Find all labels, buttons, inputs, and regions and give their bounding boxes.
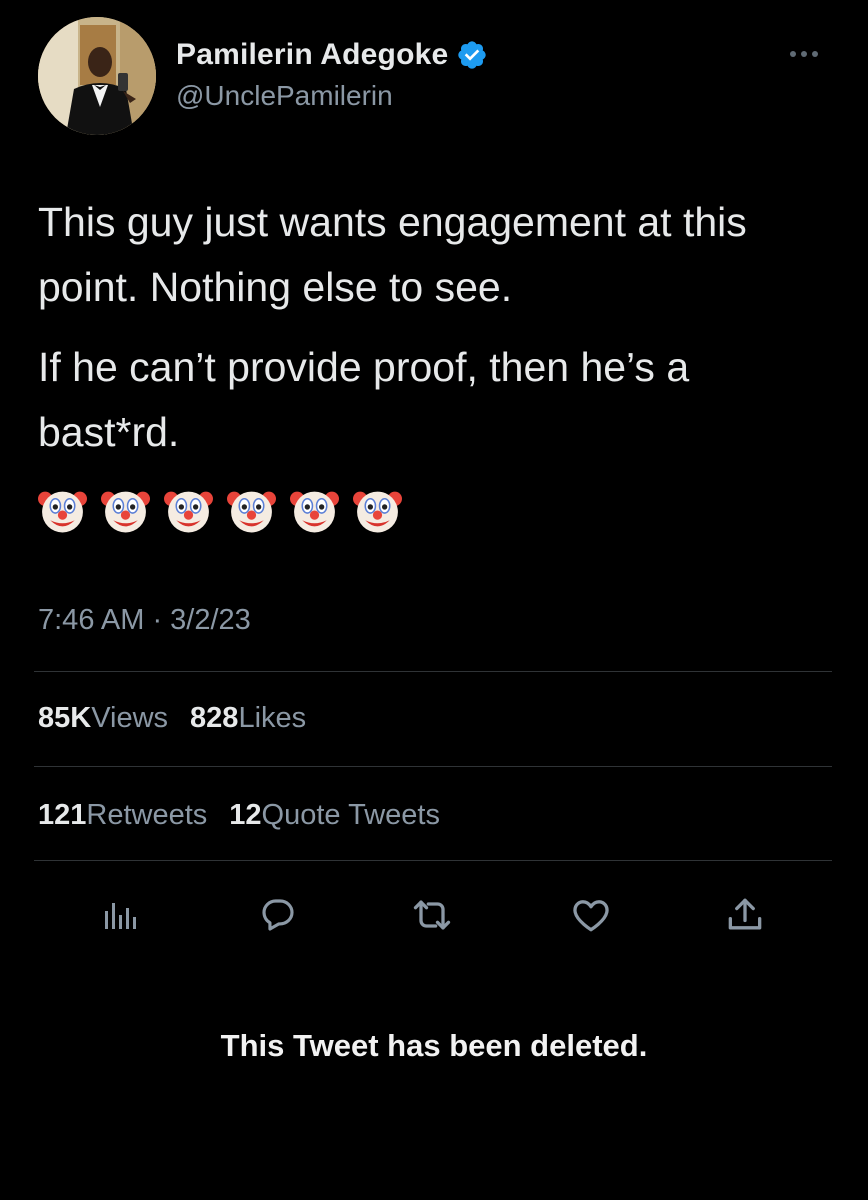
views-stat: 85KViews: [38, 702, 168, 735]
more-dot: [812, 51, 818, 57]
divider: [34, 766, 832, 767]
clown-face-icon: [227, 491, 276, 533]
clown-face-icon: [101, 491, 150, 533]
like-icon[interactable]: [566, 885, 616, 945]
analytics-icon[interactable]: [94, 885, 144, 945]
retweets-count: 121: [38, 799, 87, 831]
action-bar: [0, 885, 868, 945]
author-name-row[interactable]: Pamilerin Adegoke: [176, 38, 488, 72]
likes-count: 828: [190, 702, 239, 734]
views-label: Views: [91, 702, 169, 734]
quote-tweets-stat[interactable]: 12Quote Tweets: [229, 799, 440, 832]
tweet-body: This guy just wants engagement at this p…: [38, 190, 838, 465]
more-dot: [790, 51, 796, 57]
avatar-photo: [38, 17, 156, 135]
quotes-count: 12: [229, 799, 262, 831]
retweets-stat[interactable]: 121Retweets: [38, 799, 207, 832]
tweet-timestamp[interactable]: 7:46 AM · 3/2/23: [38, 604, 251, 637]
clown-face-icon: [353, 491, 402, 533]
author-handle[interactable]: @UnclePamilerin: [176, 80, 393, 112]
retweet-icon[interactable]: [407, 885, 457, 945]
tweet-paragraph: If he can’t provide proof, then he’s a b…: [38, 344, 690, 455]
verified-badge-icon: [458, 41, 487, 69]
likes-label: Likes: [238, 702, 307, 734]
clown-face-icon: [38, 491, 87, 533]
likes-stat[interactable]: 828Likes: [190, 702, 306, 735]
clown-emoji-row: [38, 484, 402, 536]
more-dot: [801, 51, 807, 57]
divider: [34, 860, 832, 861]
author-avatar[interactable]: [38, 17, 156, 135]
views-count: 85K: [38, 702, 92, 734]
quotes-label: Quote Tweets: [261, 799, 440, 831]
divider: [34, 671, 832, 672]
tweet-paragraph: This guy just wants engagement at this p…: [38, 199, 747, 310]
share-icon[interactable]: [720, 885, 770, 945]
stats-row-views-likes: 85KViews 828Likes: [38, 702, 306, 735]
clown-face-icon: [164, 491, 213, 533]
retweets-label: Retweets: [86, 799, 208, 831]
stats-row-retweets-quotes: 121Retweets 12Quote Tweets: [38, 799, 440, 832]
deleted-tweet-notice: This Tweet has been deleted.: [220, 1028, 648, 1063]
author-name[interactable]: Pamilerin Adegoke: [176, 38, 448, 72]
more-options-icon[interactable]: [790, 44, 830, 64]
clown-face-icon: [290, 491, 339, 533]
reply-icon[interactable]: [253, 885, 303, 945]
